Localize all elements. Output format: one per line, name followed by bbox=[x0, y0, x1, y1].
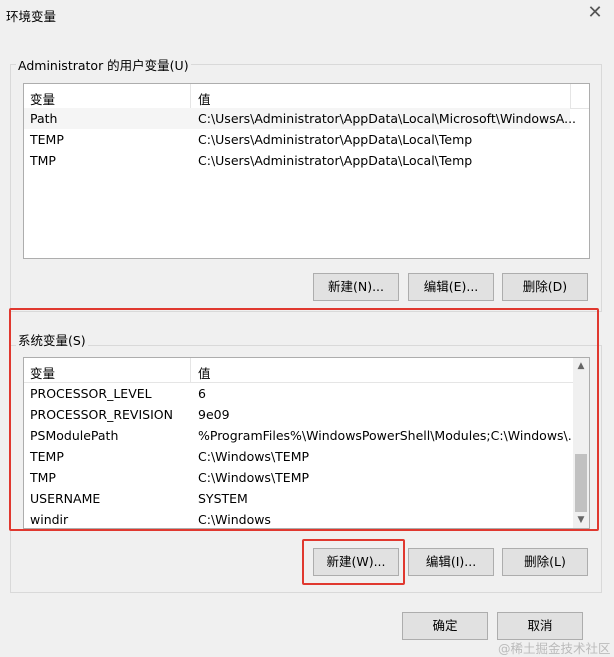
variable-value: C:\Users\Administrator\AppData\Local\Mic… bbox=[198, 111, 577, 126]
user-vars-group-label: Administrator 的用户变量(U) bbox=[16, 55, 191, 74]
user-vars-list-header: 变量 值 bbox=[24, 84, 589, 109]
user-delete-button[interactable]: 删除(D) bbox=[502, 273, 588, 301]
system-delete-button[interactable]: 删除(L) bbox=[502, 548, 588, 576]
user-new-button[interactable]: 新建(N)... bbox=[313, 273, 399, 301]
close-icon[interactable]: ✕ bbox=[582, 2, 608, 24]
variable-name: TEMP bbox=[30, 132, 64, 147]
user-edit-button[interactable]: 编辑(E)... bbox=[408, 273, 494, 301]
variable-name: TMP bbox=[30, 153, 56, 168]
variable-name: Path bbox=[30, 111, 58, 126]
column-divider[interactable] bbox=[190, 84, 191, 108]
cancel-button[interactable]: 取消 bbox=[497, 612, 583, 640]
watermark: @稀土掘金技术社区 bbox=[498, 641, 611, 656]
window-title: 环境变量 bbox=[6, 9, 57, 24]
variable-value: C:\Users\Administrator\AppData\Local\Tem… bbox=[198, 132, 473, 147]
system-edit-button[interactable]: 编辑(I)... bbox=[408, 548, 494, 576]
system-vars-highlight bbox=[9, 308, 599, 531]
ok-button[interactable]: 确定 bbox=[402, 612, 488, 640]
table-row[interactable]: TEMP C:\Users\Administrator\AppData\Loca… bbox=[24, 129, 570, 150]
user-vars-list[interactable]: 变量 值 Path C:\Users\Administrator\AppData… bbox=[23, 83, 590, 259]
column-divider[interactable] bbox=[570, 84, 571, 108]
variable-value: C:\Users\Administrator\AppData\Local\Tem… bbox=[198, 153, 473, 168]
table-row[interactable]: TMP C:\Users\Administrator\AppData\Local… bbox=[24, 150, 570, 171]
table-row[interactable]: Path C:\Users\Administrator\AppData\Loca… bbox=[24, 108, 576, 129]
new-button-highlight bbox=[302, 539, 405, 585]
column-header-variable[interactable]: 变量 bbox=[30, 89, 55, 108]
column-header-value[interactable]: 值 bbox=[198, 89, 211, 108]
